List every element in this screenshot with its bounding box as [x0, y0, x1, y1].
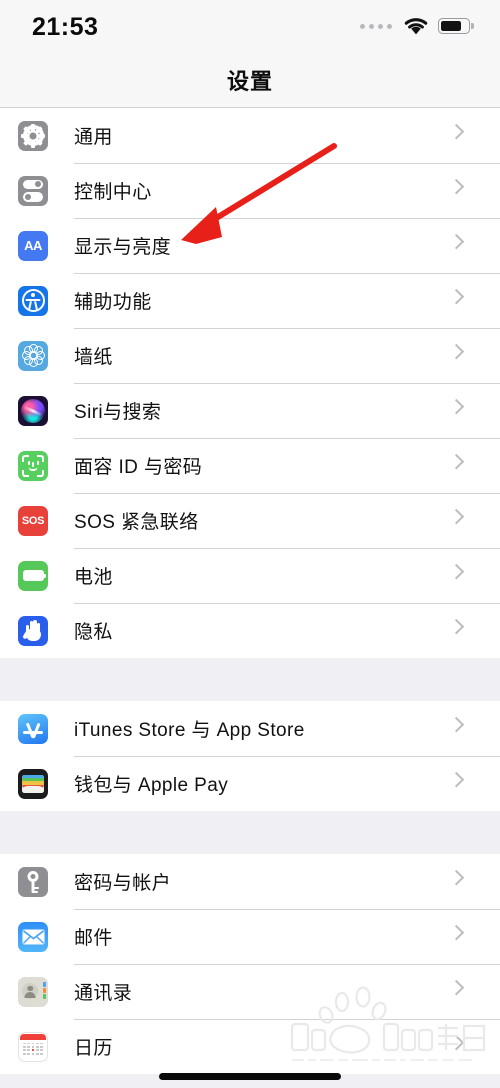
row-label: 辅助功能: [74, 292, 152, 313]
row-label: 通用: [74, 127, 113, 148]
chevron-right-icon: [448, 1019, 482, 1074]
hand-privacy-icon: [18, 615, 48, 646]
settings-group-system: 通用 控制中心 AA 显示与亮度 辅助功能 墙纸 Siri与搜索 面容 ID 与…: [0, 108, 500, 658]
chevron-right-icon: [448, 603, 482, 658]
settings-row-siri-search[interactable]: Siri与搜索: [0, 383, 500, 438]
calendar-icon: [18, 1031, 48, 1062]
mail-envelope-icon: [18, 921, 48, 952]
chevron-right-icon: [448, 218, 482, 273]
chevron-right-icon: [448, 909, 482, 964]
chevron-right-icon: [448, 964, 482, 1019]
settings-row-wallpaper[interactable]: 墙纸: [0, 328, 500, 383]
status-indicators: [360, 17, 474, 36]
row-label: 墙纸: [74, 347, 113, 368]
settings-row-face-id-passcode[interactable]: 面容 ID 与密码: [0, 438, 500, 493]
chevron-right-icon: [448, 701, 482, 756]
sliders-icon: [18, 175, 48, 206]
wallet-icon: [18, 768, 48, 799]
settings-row-itunes-app-store[interactable]: iTunes Store 与 App Store: [0, 701, 500, 756]
nav-bar: 设置: [0, 52, 500, 108]
row-label: 电池: [74, 567, 113, 588]
accessibility-icon: [18, 285, 48, 316]
chevron-right-icon: [448, 438, 482, 493]
wallpaper-flower-icon: [18, 340, 48, 371]
settings-row-calendar[interactable]: 日历: [0, 1019, 500, 1074]
row-label: 日历: [74, 1038, 113, 1059]
settings-list[interactable]: 通用 控制中心 AA 显示与亮度 辅助功能 墙纸 Siri与搜索 面容 ID 与…: [0, 108, 500, 1074]
battery-icon: [18, 560, 48, 591]
chevron-right-icon: [448, 383, 482, 438]
status-time: 21:53: [32, 12, 99, 41]
aa-text-icon: AA: [18, 230, 48, 261]
sos-icon: SOS: [18, 505, 48, 536]
row-label: 邮件: [74, 928, 113, 949]
row-label: 面容 ID 与密码: [74, 457, 203, 478]
row-label: 显示与亮度: [74, 237, 172, 258]
chevron-right-icon: [448, 163, 482, 218]
chevron-right-icon: [448, 273, 482, 328]
chevron-right-icon: [448, 328, 482, 383]
app-store-icon: [18, 713, 48, 744]
row-label: 通讯录: [74, 983, 133, 1004]
row-label: SOS 紧急联络: [74, 512, 199, 533]
settings-row-accessibility[interactable]: 辅助功能: [0, 273, 500, 328]
group-separator: [0, 658, 500, 701]
settings-row-mail[interactable]: 邮件: [0, 909, 500, 964]
settings-row-display-brightness[interactable]: AA 显示与亮度: [0, 218, 500, 273]
chevron-right-icon: [448, 548, 482, 603]
signal-dots-icon: [360, 23, 392, 29]
page-title: 设置: [226, 68, 273, 94]
battery-icon: [438, 18, 474, 34]
row-label: 控制中心: [74, 182, 152, 203]
settings-row-privacy[interactable]: 隐私: [0, 603, 500, 658]
settings-row-battery[interactable]: 电池: [0, 548, 500, 603]
siri-orb-icon: [18, 395, 48, 426]
settings-row-general[interactable]: 通用: [0, 108, 500, 163]
chevron-right-icon: [448, 108, 482, 163]
settings-row-wallet-apple-pay[interactable]: 钱包与 Apple Pay: [0, 756, 500, 811]
gear-icon: [18, 120, 48, 151]
face-id-icon: [18, 450, 48, 481]
settings-row-contacts[interactable]: 通讯录: [0, 964, 500, 1019]
chevron-right-icon: [448, 493, 482, 548]
wifi-icon: [404, 17, 428, 34]
settings-row-passwords-accounts[interactable]: 密码与帐户: [0, 854, 500, 909]
settings-row-control-center[interactable]: 控制中心: [0, 163, 500, 218]
row-label: 密码与帐户: [74, 873, 172, 894]
settings-group-stores: iTunes Store 与 App Store 钱包与 Apple Pay: [0, 701, 500, 811]
chevron-right-icon: [448, 854, 482, 909]
row-label: 隐私: [74, 622, 113, 643]
group-separator: [0, 811, 500, 854]
iphone-settings-screen: 21:53 设置 通用 控制中心 AA 显示与亮度 辅助功能 墙纸 Siri与搜…: [0, 0, 500, 1088]
row-label: 钱包与 Apple Pay: [74, 775, 229, 796]
home-indicator[interactable]: [159, 1073, 341, 1080]
settings-row-emergency-sos[interactable]: SOS SOS 紧急联络: [0, 493, 500, 548]
row-label: Siri与搜索: [74, 402, 162, 423]
contacts-icon: [18, 976, 48, 1007]
settings-group-accounts: 密码与帐户 邮件 通讯录 日历: [0, 854, 500, 1074]
status-bar: 21:53: [0, 0, 500, 52]
key-icon: [18, 866, 48, 897]
chevron-right-icon: [448, 756, 482, 811]
row-label: iTunes Store 与 App Store: [74, 720, 305, 741]
